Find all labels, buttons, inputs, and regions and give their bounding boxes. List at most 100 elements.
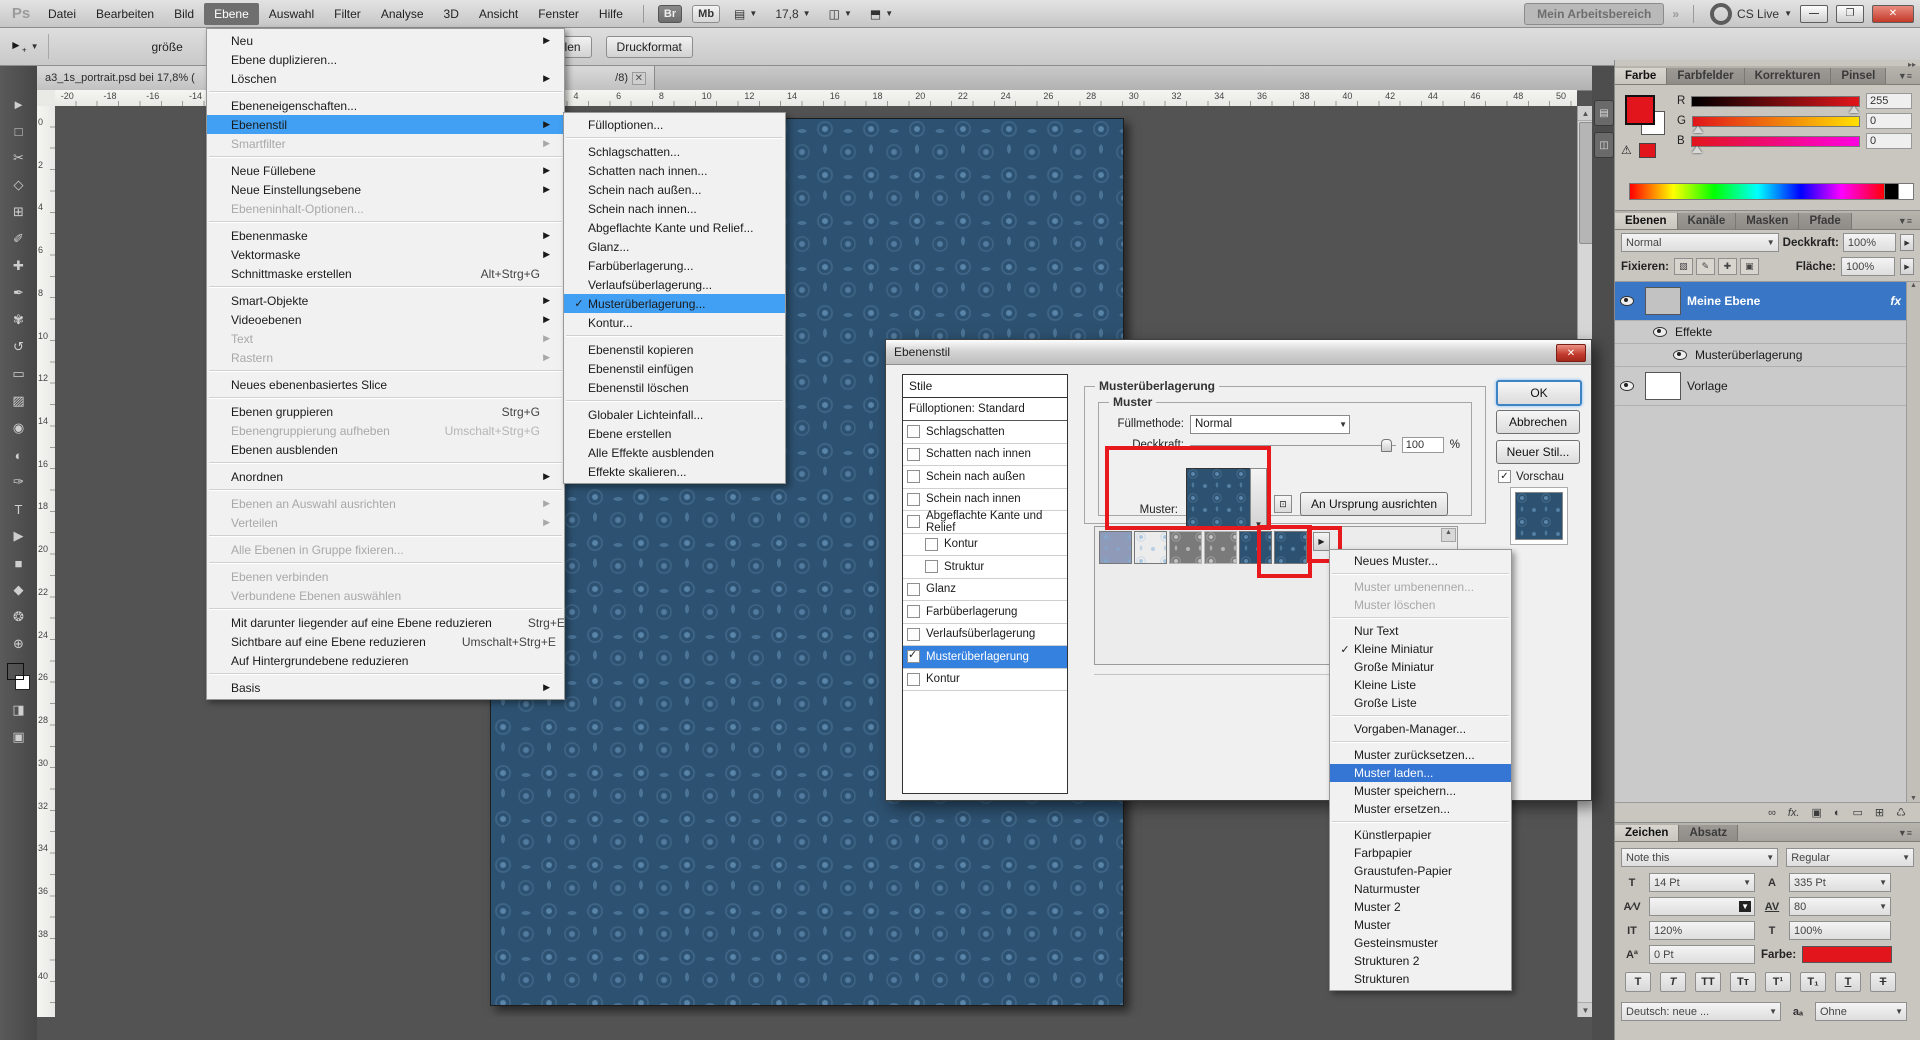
- panel-tab[interactable]: Pfade: [1799, 213, 1851, 229]
- marquee-tool[interactable]: □: [6, 121, 32, 141]
- visibility-eye-icon[interactable]: [1653, 327, 1667, 337]
- blend-mode-dropdown[interactable]: Normal▼: [1621, 233, 1779, 252]
- panel-tab[interactable]: Zeichen: [1615, 825, 1679, 841]
- menu-item[interactable]: Bearbeiten: [86, 3, 164, 25]
- style-checkbox-row[interactable]: Glanz: [903, 579, 1067, 602]
- menu-item[interactable]: Muster: [1330, 916, 1511, 934]
- menu-item[interactable]: Muster ersetzen...: [1330, 800, 1511, 818]
- pattern-thumb-blue[interactable]: [1239, 531, 1272, 564]
- pattern-thumb-gray-1[interactable]: [1169, 531, 1202, 564]
- font-family-dropdown[interactable]: Note this▼: [1621, 848, 1778, 867]
- menu-item[interactable]: 3D: [434, 3, 469, 25]
- checkbox[interactable]: [907, 425, 920, 438]
- screen-mode-button[interactable]: ▣: [6, 727, 32, 747]
- menu-item[interactable]: Strukturen: [1330, 970, 1511, 988]
- collapsed-panel-button-1[interactable]: ▤: [1594, 100, 1614, 126]
- layer-name[interactable]: Meine Ebene: [1687, 294, 1760, 308]
- menu-item[interactable]: Ebenenstil einfügen: [564, 359, 785, 378]
- opacity-field[interactable]: 100%: [1843, 233, 1896, 252]
- menu-item[interactable]: Effekte skalieren...: [564, 462, 785, 481]
- lasso-tool[interactable]: ✂: [6, 148, 32, 168]
- style-checkbox-row[interactable]: Schlagschatten: [903, 421, 1067, 444]
- arrange-documents-dropdown[interactable]: ◫▼: [829, 7, 852, 21]
- menu-item[interactable]: Muster umbenennen...: [1330, 578, 1511, 596]
- close-button[interactable]: ✕: [1872, 5, 1914, 23]
- panel-tab[interactable]: Farbe: [1615, 68, 1667, 84]
- menu-item[interactable]: Neues Muster...: [1330, 552, 1511, 570]
- style-checkbox-row[interactable]: Schein nach innen: [903, 489, 1067, 512]
- menu-item[interactable]: Schatten nach innen...: [564, 161, 785, 180]
- menu-item[interactable]: Muster 2: [1330, 898, 1511, 916]
- menu-item[interactable]: Verteilen ▶: [207, 513, 564, 532]
- checkbox[interactable]: [907, 448, 920, 461]
- gamut-warning-icon[interactable]: ⚠: [1621, 143, 1632, 157]
- foreground-color-swatch[interactable]: [1625, 95, 1655, 125]
- blending-options-item[interactable]: Fülloptionen: Standard: [903, 398, 1067, 421]
- fill-spinner[interactable]: ▶: [1900, 258, 1914, 275]
- brush-tool[interactable]: ✒: [6, 283, 32, 303]
- panel-menu-icon[interactable]: ▼≡: [1892, 69, 1918, 83]
- opacity-slider-thumb[interactable]: [1381, 439, 1392, 452]
- minimize-button[interactable]: —: [1800, 5, 1828, 23]
- preview-checkbox[interactable]: ✓ Vorschau: [1498, 470, 1564, 483]
- menu-item[interactable]: Naturmuster: [1330, 880, 1511, 898]
- type-style-button[interactable]: T: [1660, 972, 1686, 992]
- mini-bridge-button[interactable]: Mb: [692, 5, 720, 23]
- pattern-overlay-effect-row[interactable]: Musterüberlagerung: [1615, 344, 1920, 367]
- anti-alias-dropdown[interactable]: Ohne▼: [1815, 1002, 1907, 1021]
- menu-item[interactable]: Abgeflachte Kante und Relief...: [564, 218, 785, 237]
- style-checkbox-row[interactable]: Kontur: [903, 534, 1067, 557]
- print-size-button[interactable]: Druckformat: [606, 36, 693, 58]
- menu-item[interactable]: Alle Ebenen in Gruppe fixieren...: [207, 540, 564, 559]
- shape-tool[interactable]: ■: [6, 553, 32, 573]
- horizontal-scale-field[interactable]: 100%: [1789, 921, 1891, 940]
- menu-item[interactable]: Große Liste: [1330, 694, 1511, 712]
- style-checkbox-row[interactable]: Struktur: [903, 556, 1067, 579]
- layers-scrollbar[interactable]: ▲ ▼: [1906, 282, 1920, 802]
- fx-badge[interactable]: fx: [1890, 294, 1905, 308]
- menu-item[interactable]: Neue Füllebene ▶: [207, 161, 564, 180]
- layer-mask-icon[interactable]: ▣: [1811, 806, 1821, 819]
- eyedropper-tool[interactable]: ✐: [6, 229, 32, 249]
- layer-style-icon[interactable]: fx.: [1788, 807, 1800, 819]
- type-style-button[interactable]: TT: [1695, 972, 1721, 992]
- history-brush-tool[interactable]: ↺: [6, 337, 32, 357]
- blue-slider[interactable]: [1691, 136, 1860, 147]
- menu-item[interactable]: Ebenenstil löschen: [564, 378, 785, 397]
- menu-item[interactable]: Kleine Liste: [1330, 676, 1511, 694]
- lock-position-icon[interactable]: ✚: [1718, 258, 1737, 275]
- menu-item[interactable]: Glanz...: [564, 237, 785, 256]
- bridge-button[interactable]: Br: [658, 5, 682, 23]
- checkbox[interactable]: [907, 628, 920, 641]
- lock-transparency-icon[interactable]: ▧: [1674, 258, 1693, 275]
- menu-item[interactable]: Analyse: [371, 3, 434, 25]
- vertical-scale-field[interactable]: 120%: [1649, 921, 1755, 940]
- red-slider[interactable]: [1691, 96, 1860, 107]
- menu-item[interactable]: Ansicht: [469, 3, 528, 25]
- visibility-eye-icon[interactable]: [1620, 296, 1634, 306]
- menu-item[interactable]: Farbpapier: [1330, 844, 1511, 862]
- menu-item[interactable]: Künstlerpapier: [1330, 826, 1511, 844]
- view-extras-dropdown[interactable]: ▤▼: [734, 7, 757, 21]
- lock-all-icon[interactable]: ▣: [1740, 258, 1759, 275]
- list-scroll-up-icon[interactable]: ▲: [1441, 528, 1456, 542]
- new-pattern-from-current-button[interactable]: ⊡: [1274, 495, 1292, 513]
- blend-mode-dropdown[interactable]: Normal▼: [1190, 415, 1350, 434]
- pattern-thumb-rainbow[interactable]: [1134, 531, 1167, 564]
- checkbox[interactable]: [907, 470, 920, 483]
- tracking-field[interactable]: 80▼: [1789, 897, 1891, 916]
- clone-stamp-tool[interactable]: ✾: [6, 310, 32, 330]
- scrollbar-thumb[interactable]: [1579, 122, 1593, 244]
- foreground-color-swatch[interactable]: [7, 663, 24, 680]
- menu-item[interactable]: Muster laden...: [1330, 764, 1511, 782]
- menu-item[interactable]: Neue Einstellungsebene ▶: [207, 180, 564, 199]
- crop-tool[interactable]: ⊞: [6, 202, 32, 222]
- checkbox[interactable]: [907, 515, 920, 528]
- panel-menu-icon[interactable]: ▼≡: [1892, 826, 1918, 840]
- restore-button[interactable]: ❐: [1836, 5, 1864, 23]
- zoom-level-dropdown[interactable]: 17,8▼: [775, 7, 810, 21]
- checkbox[interactable]: [925, 560, 938, 573]
- menu-item[interactable]: ✓ Musterüberlagerung...: [564, 294, 785, 313]
- gamut-color-swatch[interactable]: [1639, 143, 1656, 158]
- panel-tab[interactable]: Farbfelder: [1667, 68, 1744, 84]
